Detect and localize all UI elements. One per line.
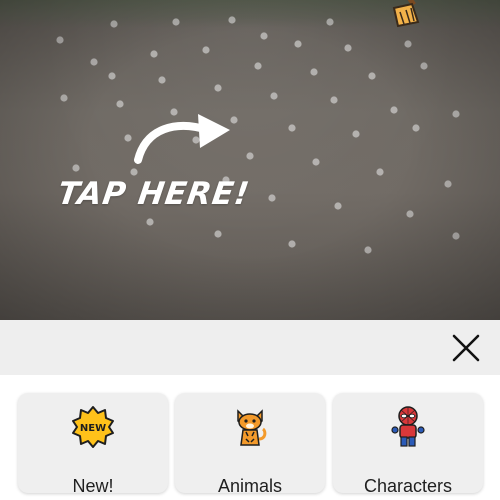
- tap-here-hint: TAP HERE!: [55, 176, 253, 212]
- curved-arrow-icon: [134, 114, 230, 164]
- new-badge-icon: NEW: [72, 406, 114, 448]
- category-label-new: New!: [72, 476, 114, 496]
- category-bar: NEW New! Animals Characters: [0, 375, 500, 500]
- broom-icon[interactable]: [388, 0, 428, 28]
- category-card-animals[interactable]: Animals: [175, 393, 325, 496]
- category-card-new[interactable]: NEW New!: [18, 393, 168, 496]
- camera-view[interactable]: TAP HERE!: [0, 0, 500, 320]
- category-label-animals: Animals: [217, 476, 283, 496]
- tiger-icon: [237, 409, 267, 446]
- close-button[interactable]: [446, 328, 486, 368]
- spider-hero-icon: [391, 406, 425, 447]
- sheet-header: [0, 320, 500, 375]
- category-card-characters[interactable]: Characters: [333, 393, 483, 496]
- camera-vignette: [0, 0, 500, 320]
- category-label-characters: Characters: [363, 476, 453, 496]
- new-badge-text: NEW: [80, 423, 106, 434]
- close-icon: [452, 334, 480, 362]
